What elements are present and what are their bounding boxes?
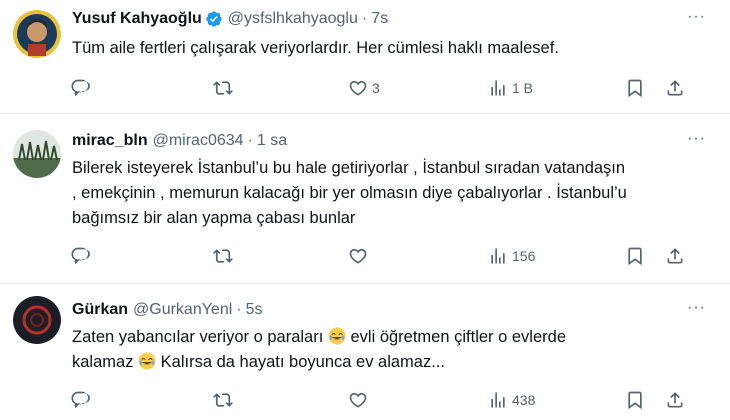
tweet-text-segment: Zaten yabancılar veriyor o paraları — [72, 328, 324, 346]
more-options-button[interactable]: ··· — [687, 8, 706, 26]
face-with-tears-of-joy-icon — [328, 327, 346, 345]
action-bar: 156 — [70, 244, 690, 268]
like-count: 3 — [372, 80, 380, 96]
heart-icon — [348, 78, 368, 98]
timestamp[interactable]: 1 sa — [257, 132, 287, 150]
bookmark-icon — [625, 246, 645, 266]
reply-button[interactable] — [70, 244, 90, 268]
view-count: 156 — [512, 248, 536, 264]
retweet-icon — [213, 246, 233, 266]
more-options-button[interactable]: ··· — [687, 130, 706, 148]
user-handle[interactable]: @ysfslhkahyaoglu — [228, 10, 358, 28]
retweet-button[interactable] — [213, 244, 233, 268]
retweet-button[interactable] — [213, 76, 233, 100]
tweet-text: Zaten yabancılar veriyor o paraları evli… — [72, 325, 722, 375]
tweet-text-line: , emekçinin , memurun kalacağı bir yer o… — [72, 184, 627, 202]
display-name[interactable]: mirac_bln — [72, 132, 148, 150]
tweet[interactable]: Yusuf Kahyaoğlu @ysfslhkahyaoglu · 7s ··… — [0, 0, 730, 114]
share-button[interactable] — [665, 388, 685, 412]
separator-dot: · — [247, 132, 253, 149]
reply-icon — [70, 246, 90, 266]
tweet-text-line: Tüm aile fertleri çalışarak veriyorlardı… — [72, 39, 559, 57]
views-button[interactable]: 1 B — [488, 76, 533, 100]
like-button[interactable] — [348, 244, 372, 268]
reply-icon — [70, 390, 90, 410]
view-count: 1 B — [512, 80, 534, 96]
bookmark-button[interactable] — [625, 76, 645, 100]
tweet-text-line: kalamaz Kalırsa da hayatı boyunca ev ala… — [72, 350, 722, 375]
tweet-header: Yusuf Kahyaoğlu @ysfslhkahyaoglu · 7s ··… — [72, 8, 720, 30]
reply-button[interactable] — [70, 388, 90, 412]
display-name[interactable]: Yusuf Kahyaoğlu — [72, 10, 202, 28]
share-icon — [665, 246, 685, 266]
face-with-tears-of-joy-icon — [138, 352, 156, 370]
user-handle[interactable]: @mirac0634 — [153, 132, 244, 150]
tweet-text-segment: Kalırsa da hayatı boyunca ev alamaz... — [160, 353, 445, 371]
share-button[interactable] — [665, 76, 685, 100]
tweet-text-line: bağımsız bir alan yapma çabası bunlar — [72, 209, 356, 227]
tweet-text: Tüm aile fertleri çalışarak veriyorlardı… — [72, 36, 722, 61]
retweet-button[interactable] — [213, 388, 233, 412]
heart-icon — [348, 246, 368, 266]
action-bar: 438 — [70, 388, 690, 412]
reply-icon — [70, 78, 90, 98]
more-options-button[interactable]: ··· — [687, 299, 706, 317]
verified-badge-icon — [206, 11, 222, 27]
heart-icon — [348, 390, 368, 410]
timestamp[interactable]: 5s — [246, 301, 263, 319]
retweet-icon — [213, 78, 233, 98]
share-icon — [665, 78, 685, 98]
bookmark-button[interactable] — [625, 244, 645, 268]
bar-chart-icon — [488, 246, 508, 266]
bookmark-button[interactable] — [625, 388, 645, 412]
views-button[interactable]: 438 — [488, 388, 535, 412]
bar-chart-icon — [488, 390, 508, 410]
tweet-text-segment: kalamaz — [72, 353, 134, 371]
bookmark-icon — [625, 390, 645, 410]
bookmark-icon — [625, 78, 645, 98]
like-button[interactable]: 3 — [348, 76, 380, 100]
tweet[interactable]: Gürkan @GurkanYenl · 5s ··· Zaten yabanc… — [0, 284, 730, 420]
separator-dot: · — [361, 10, 368, 27]
tweet-header: Gürkan @GurkanYenl · 5s ··· — [72, 299, 720, 321]
action-bar: 3 1 B — [70, 76, 690, 100]
avatar[interactable] — [13, 10, 61, 58]
timestamp[interactable]: 7s — [371, 10, 388, 28]
tweet-text: Bilerek isteyerek İstanbul’u bu hale get… — [72, 156, 722, 231]
like-button[interactable] — [348, 388, 372, 412]
share-icon — [665, 390, 685, 410]
views-button[interactable]: 156 — [488, 244, 535, 268]
user-handle[interactable]: @GurkanYenl — [133, 301, 232, 319]
avatar[interactable] — [13, 296, 61, 344]
display-name[interactable]: Gürkan — [72, 301, 128, 319]
tweet-header: mirac_bln @mirac0634 · 1 sa ··· — [72, 130, 720, 152]
avatar[interactable] — [13, 130, 61, 178]
separator-dot: · — [236, 301, 242, 318]
tweet-text-line: Zaten yabancılar veriyor o paraları evli… — [72, 325, 722, 350]
bar-chart-icon — [488, 78, 508, 98]
view-count: 438 — [512, 392, 536, 408]
share-button[interactable] — [665, 244, 685, 268]
reply-button[interactable] — [70, 76, 90, 100]
tweet[interactable]: mirac_bln @mirac0634 · 1 sa ··· Bilerek … — [0, 114, 730, 284]
tweet-text-segment: evli öğretmen çiftler o evlerde — [350, 328, 566, 346]
tweet-text-line: Bilerek isteyerek İstanbul’u bu hale get… — [72, 159, 626, 177]
retweet-icon — [213, 390, 233, 410]
